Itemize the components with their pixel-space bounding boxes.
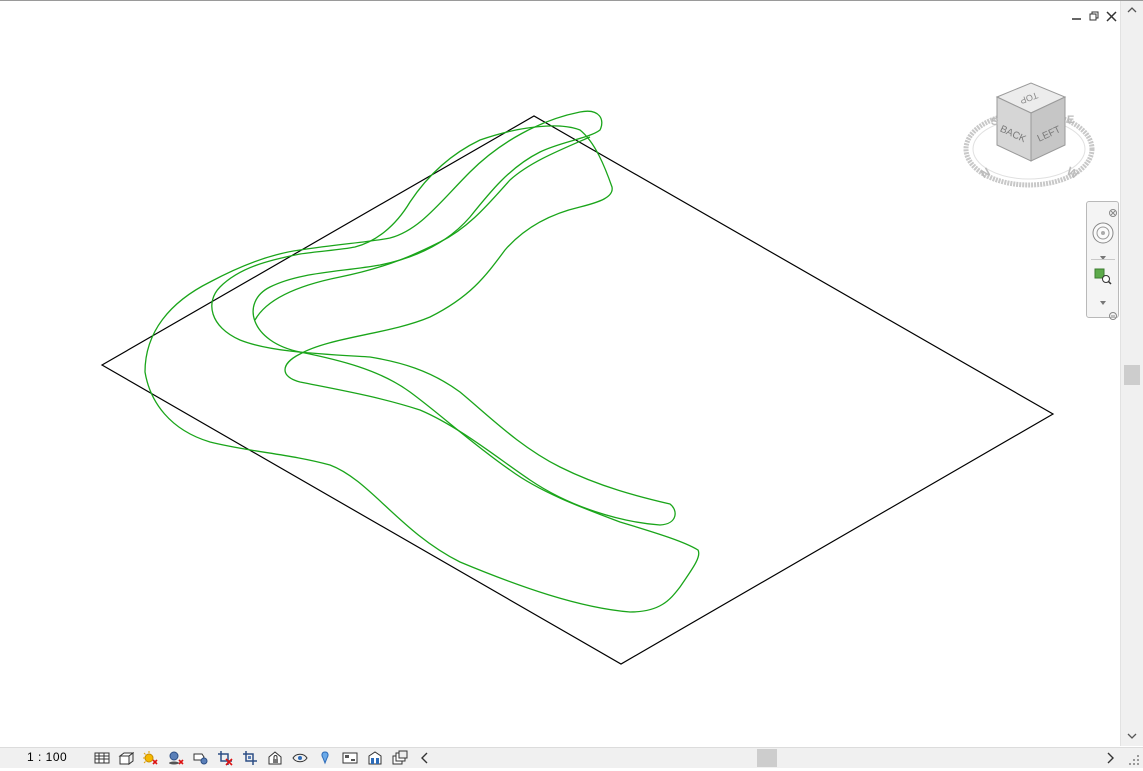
view-scale[interactable]: 1 : 100: [27, 750, 67, 764]
toposurface-boundary[interactable]: [100, 115, 1055, 665]
temporary-view-properties-icon[interactable]: [342, 750, 358, 766]
steering-wheel-icon[interactable]: [1092, 222, 1114, 244]
3d-view-canvas[interactable]: TOP BACK LEFT S E N W: [0, 1, 1120, 746]
navbar-divider: [1091, 259, 1115, 260]
rendering-dialog-icon[interactable]: [192, 750, 208, 766]
restore-icon[interactable]: [1088, 10, 1100, 22]
vertical-scroll-thumb[interactable]: [1124, 365, 1140, 385]
chevron-left-icon[interactable]: [417, 750, 433, 766]
navbar-options-icon[interactable]: [1109, 307, 1117, 320]
contour-line-inner[interactable]: [254, 136, 591, 321]
show-crop-region-icon[interactable]: [242, 750, 258, 766]
sun-path-icon[interactable]: [142, 750, 158, 766]
crop-view-icon[interactable]: [217, 750, 233, 766]
vertical-scrollbar[interactable]: [1120, 1, 1143, 746]
detail-level-icon[interactable]: [94, 750, 110, 766]
viewcube[interactable]: TOP BACK LEFT S E N W: [963, 79, 1098, 191]
reveal-hidden-icon[interactable]: [317, 750, 333, 766]
visual-style-icon[interactable]: [118, 750, 134, 766]
view-control-bar: 1 : 100: [0, 747, 1143, 768]
temporary-hide-icon[interactable]: [292, 750, 308, 766]
chevron-right-icon[interactable]: [1104, 750, 1116, 766]
navbar-close-icon[interactable]: [1109, 204, 1117, 217]
scroll-up-icon[interactable]: [1125, 4, 1139, 16]
zoom-icon[interactable]: [1093, 267, 1113, 285]
minimize-icon[interactable]: [1070, 10, 1082, 22]
close-icon[interactable]: [1105, 10, 1117, 22]
contour-line-middle[interactable]: [211, 125, 676, 526]
3d-scene: [100, 110, 1055, 665]
unlock-3d-view-icon[interactable]: [267, 750, 283, 766]
steering-wheel-dropdown-icon[interactable]: [1099, 248, 1107, 260]
highlight-displacement-icon[interactable]: [367, 750, 383, 766]
resize-grip-icon[interactable]: [1128, 753, 1140, 765]
horizontal-scroll-thumb[interactable]: [757, 749, 777, 767]
reveal-constraints-icon[interactable]: [392, 750, 408, 766]
shadows-icon[interactable]: [168, 750, 184, 766]
compass-east: E: [1067, 114, 1074, 126]
compass-south: S: [991, 116, 998, 128]
zoom-dropdown-icon[interactable]: [1099, 293, 1107, 305]
navigation-bar: [1086, 201, 1119, 320]
scroll-down-icon[interactable]: [1125, 730, 1139, 742]
